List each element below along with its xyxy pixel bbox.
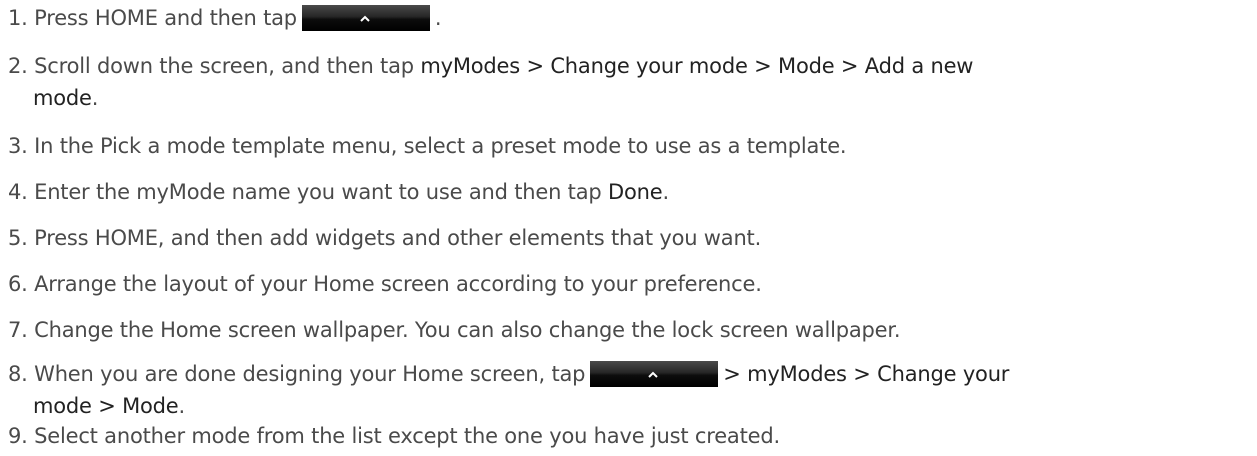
- step-3: 3. In the Pick a mode template menu, sel…: [8, 130, 1248, 162]
- step-number: 6.: [8, 272, 28, 296]
- menu-path: myModes > Change your mode > Mode > Add …: [420, 54, 974, 78]
- menu-path-cont: mode: [33, 86, 92, 110]
- step-9: 9. Select another mode from the list exc…: [8, 420, 1248, 452]
- step-number: 8.: [8, 362, 28, 386]
- menu-path: > myModes > Change your: [723, 362, 1010, 386]
- up-arrow-button[interactable]: [301, 5, 430, 31]
- step-text: Press HOME, and then add widgets and oth…: [34, 226, 762, 250]
- chevron-up-icon: [360, 15, 370, 22]
- step-number: 5.: [8, 226, 28, 250]
- step-number: 2.: [8, 54, 28, 78]
- step-number: 7.: [8, 318, 28, 342]
- step-8: 8. When you are done designing your Home…: [8, 358, 1248, 422]
- step-text: Press HOME and then tap: [34, 6, 297, 30]
- step-text: Change the Home screen wallpaper. You ca…: [34, 318, 901, 342]
- step-text: Enter the myMode name you want to use an…: [34, 180, 602, 204]
- step-6: 6. Arrange the layout of your Home scree…: [8, 268, 1248, 300]
- step-1: 1. Press HOME and then tap.: [8, 2, 1248, 34]
- chevron-up-icon: [648, 371, 658, 378]
- step-punct: .: [178, 394, 186, 418]
- step-5: 5. Press HOME, and then add widgets and …: [8, 222, 1248, 254]
- step-text: Arrange the layout of your Home screen a…: [34, 272, 762, 296]
- step-number: 3.: [8, 134, 28, 158]
- step-text: Select another mode from the list except…: [34, 424, 780, 448]
- step-4: 4. Enter the myMode name you want to use…: [8, 176, 1248, 208]
- step-text: In the Pick a mode template menu, select…: [34, 134, 847, 158]
- step-2: 2. Scroll down the screen, and then tap …: [8, 50, 1248, 114]
- step-text: Scroll down the screen, and then tap: [34, 54, 414, 78]
- step-7: 7. Change the Home screen wallpaper. You…: [8, 314, 1248, 346]
- step-punct: .: [434, 6, 442, 30]
- step-text: When you are done designing your Home sc…: [34, 362, 586, 386]
- step-number: 9.: [8, 424, 28, 448]
- menu-path-cont: mode > Mode: [33, 394, 179, 418]
- step-number: 4.: [8, 180, 28, 204]
- step-punct: .: [91, 86, 99, 110]
- step-number: 1.: [8, 6, 28, 30]
- instruction-list: 1. Press HOME and then tap. 2. Scroll do…: [0, 0, 1257, 456]
- step-punct: .: [662, 180, 669, 204]
- done-label: Done: [608, 180, 663, 204]
- up-arrow-button[interactable]: [590, 361, 719, 387]
